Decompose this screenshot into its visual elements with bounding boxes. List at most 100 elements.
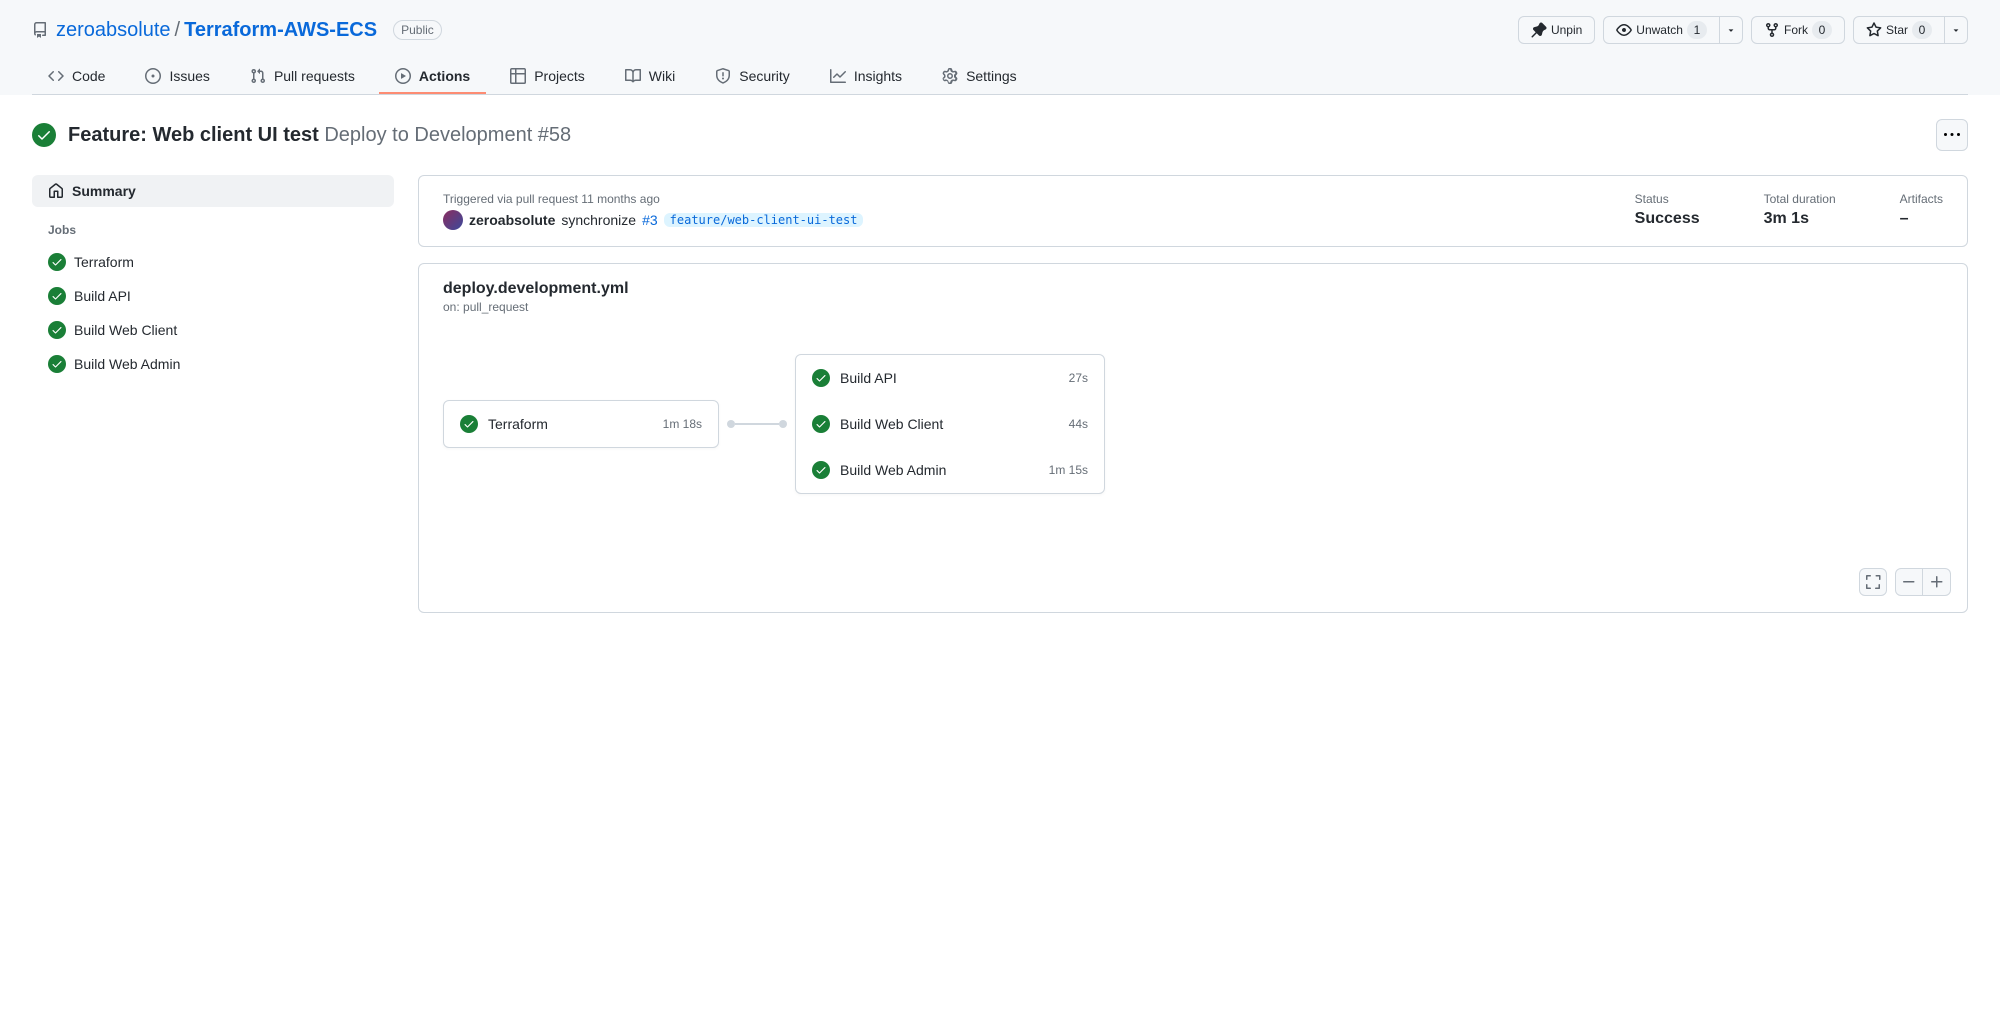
- commit-message: Feature: Web client UI test: [68, 124, 319, 146]
- watch-dropdown-button[interactable]: [1720, 16, 1743, 44]
- job-duration: 27s: [1069, 371, 1088, 385]
- run-header: Feature: Web client UI test Deploy to De…: [16, 111, 1984, 159]
- repo-owner-link[interactable]: zeroabsolute: [56, 19, 171, 41]
- graph-body[interactable]: Terraform 1m 18s Build API 27s: [443, 338, 1943, 526]
- event-text: synchronize: [561, 212, 636, 228]
- summary-button[interactable]: Summary: [32, 175, 394, 207]
- tab-pulls[interactable]: Pull requests: [234, 60, 371, 94]
- star-dropdown-button[interactable]: [1945, 16, 1968, 44]
- eye-icon: [1616, 22, 1632, 38]
- pr-link[interactable]: #3: [642, 212, 658, 228]
- unwatch-button[interactable]: Unwatch 1: [1603, 16, 1720, 44]
- shield-icon: [715, 68, 731, 84]
- unwatch-label: Unwatch: [1636, 20, 1683, 40]
- job-name: Terraform: [488, 416, 653, 432]
- tab-code[interactable]: Code: [32, 60, 121, 94]
- main-container: Feature: Web client UI test Deploy to De…: [0, 95, 2000, 637]
- artifacts-section: Artifacts –: [1900, 192, 1943, 230]
- actor-link[interactable]: zeroabsolute: [469, 212, 555, 228]
- success-icon: [48, 321, 66, 339]
- play-icon: [395, 68, 411, 84]
- sidebar-job-build-api[interactable]: Build API: [32, 279, 394, 313]
- tab-settings[interactable]: Settings: [926, 60, 1033, 94]
- repo-title-separator: /: [175, 19, 181, 41]
- zoom-in-button[interactable]: [1923, 568, 1951, 596]
- graph-job-terraform[interactable]: Terraform 1m 18s: [443, 400, 719, 448]
- duration-value[interactable]: 3m 1s: [1764, 210, 1836, 228]
- header-actions: Unpin Unwatch 1 Fork 0 St: [1518, 16, 1968, 44]
- summary-label: Summary: [72, 183, 136, 199]
- caret-down-icon: [1951, 25, 1961, 35]
- duration-section: Total duration 3m 1s: [1764, 192, 1836, 230]
- fork-count: 0: [1812, 21, 1832, 39]
- status-value: Success: [1635, 210, 1700, 228]
- content: Triggered via pull request 11 months ago…: [418, 175, 1968, 613]
- book-icon: [625, 68, 641, 84]
- tab-pulls-label: Pull requests: [274, 68, 355, 84]
- fullscreen-button[interactable]: [1859, 568, 1887, 596]
- branch-chip[interactable]: feature/web-client-ui-test: [664, 213, 864, 227]
- job-name: Build Web Client: [840, 416, 1059, 432]
- status-section: Status Success: [1635, 192, 1700, 230]
- tab-insights[interactable]: Insights: [814, 60, 918, 94]
- star-button[interactable]: Star 0: [1853, 16, 1945, 44]
- job-name: Build Web Admin: [74, 356, 180, 372]
- tab-wiki-label: Wiki: [649, 68, 675, 84]
- graph-job-build-api[interactable]: Build API 27s: [796, 355, 1104, 401]
- repo-header: zeroabsolute/Terraform-AWS-ECS Public Un…: [0, 0, 2000, 95]
- zoom-controls: [1859, 568, 1951, 596]
- caret-down-icon: [1726, 25, 1736, 35]
- connector-line: [735, 423, 779, 425]
- job-duration: 1m 15s: [1049, 463, 1088, 477]
- watch-count: 1: [1687, 21, 1707, 39]
- tab-projects-label: Projects: [534, 68, 585, 84]
- connector-dot: [779, 420, 787, 428]
- trigger-label: Triggered via pull request 11 months ago: [443, 192, 1571, 206]
- success-icon: [812, 461, 830, 479]
- main-grid: Summary Jobs Terraform Build API Build W…: [16, 175, 1984, 613]
- table-icon: [510, 68, 526, 84]
- graph-icon: [830, 68, 846, 84]
- zoom-out-button[interactable]: [1895, 568, 1923, 596]
- fullscreen-icon: [1865, 574, 1881, 590]
- graph-job-build-web-client[interactable]: Build Web Client 44s: [796, 401, 1104, 447]
- graph-header: deploy.development.yml on: pull_request: [443, 280, 1943, 314]
- success-icon: [812, 415, 830, 433]
- tab-code-label: Code: [72, 68, 105, 84]
- tab-insights-label: Insights: [854, 68, 902, 84]
- repo-name-link[interactable]: Terraform-AWS-ECS: [184, 19, 377, 41]
- avatar[interactable]: [443, 210, 463, 230]
- issue-icon: [145, 68, 161, 84]
- job-row[interactable]: Terraform 1m 18s: [444, 401, 718, 447]
- sidebar-job-build-web-client[interactable]: Build Web Client: [32, 313, 394, 347]
- tab-issues[interactable]: Issues: [129, 60, 225, 94]
- tab-actions-label: Actions: [419, 68, 470, 84]
- run-menu-button[interactable]: [1936, 119, 1968, 151]
- graph-job-build-web-admin[interactable]: Build Web Admin 1m 15s: [796, 447, 1104, 493]
- sidebar-job-terraform[interactable]: Terraform: [32, 245, 394, 279]
- artifacts-label: Artifacts: [1900, 192, 1943, 206]
- tab-wiki[interactable]: Wiki: [609, 60, 691, 94]
- tab-issues-label: Issues: [169, 68, 209, 84]
- sidebar: Summary Jobs Terraform Build API Build W…: [32, 175, 394, 613]
- repo-tabs: Code Issues Pull requests Actions Projec…: [32, 60, 1968, 95]
- summary-card: Triggered via pull request 11 months ago…: [418, 175, 1968, 247]
- tab-actions[interactable]: Actions: [379, 60, 486, 94]
- success-icon: [460, 415, 478, 433]
- plus-icon: [1929, 574, 1945, 590]
- job-duration: 44s: [1069, 417, 1088, 431]
- repo-header-row: zeroabsolute/Terraform-AWS-ECS Public Un…: [32, 16, 1968, 44]
- unpin-button[interactable]: Unpin: [1518, 16, 1595, 44]
- success-icon: [48, 287, 66, 305]
- sidebar-job-build-web-admin[interactable]: Build Web Admin: [32, 347, 394, 381]
- workflow-file: deploy.development.yml: [443, 280, 1943, 298]
- job-name: Terraform: [74, 254, 134, 270]
- job-duration: 1m 18s: [663, 417, 702, 431]
- star-count: 0: [1912, 21, 1932, 39]
- fork-button[interactable]: Fork 0: [1751, 16, 1845, 44]
- tab-security[interactable]: Security: [699, 60, 806, 94]
- code-icon: [48, 68, 64, 84]
- tab-projects[interactable]: Projects: [494, 60, 601, 94]
- fork-icon: [1764, 22, 1780, 38]
- pr-icon: [250, 68, 266, 84]
